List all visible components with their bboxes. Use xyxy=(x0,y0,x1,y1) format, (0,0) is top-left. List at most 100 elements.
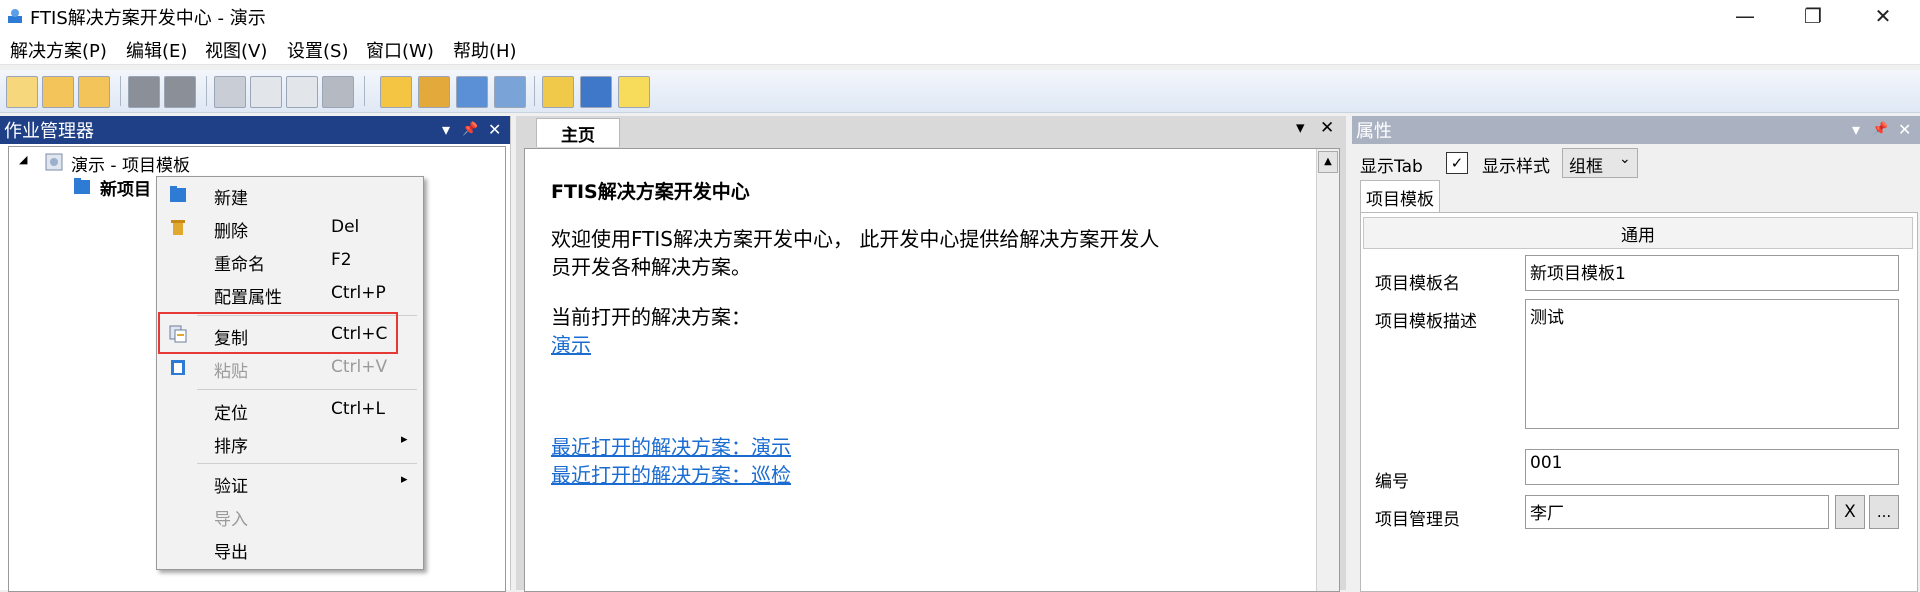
tree-child-label[interactable]: 新项目 xyxy=(100,175,151,200)
menu-item-label: 配置属性 xyxy=(214,288,282,308)
delete-icon[interactable] xyxy=(322,76,354,108)
recent-solution-link-1[interactable]: 最近打开的解决方案：演示 xyxy=(551,431,791,460)
menu-separator xyxy=(197,463,417,464)
restore-button[interactable]: ❐ xyxy=(1790,0,1836,32)
properties-title: 属性 xyxy=(1356,121,1392,142)
open-project-icon[interactable] xyxy=(78,76,110,108)
menu-item-label: 导入 xyxy=(214,510,248,530)
menu-edit[interactable]: 编辑(E) xyxy=(126,37,187,63)
tab-dropdown-icon[interactable]: ▾ xyxy=(1296,118,1305,138)
home-page: FTIS解决方案开发中心 欢迎使用FTIS解决方案开发中心， 此开发中心提供给解… xyxy=(524,148,1340,592)
trash-icon xyxy=(171,220,185,235)
menu-view[interactable]: 视图(V) xyxy=(205,37,267,63)
copy-icon[interactable] xyxy=(250,76,282,108)
menu-item-label: 验证 xyxy=(214,477,248,497)
show-tab-label: 显示Tab xyxy=(1360,157,1423,177)
menu-item-properties[interactable]: 配置属性 Ctrl+P xyxy=(157,278,423,310)
current-solution-link[interactable]: 演示 xyxy=(551,329,591,358)
menu-separator xyxy=(197,389,417,390)
menu-item-rename[interactable]: 重命名 F2 xyxy=(157,245,423,277)
pane-close-icon[interactable]: ✕ xyxy=(488,120,501,139)
open-folder-icon[interactable] xyxy=(42,76,74,108)
pane-dropdown-icon[interactable]: ▾ xyxy=(442,120,450,139)
save-icon[interactable] xyxy=(128,76,160,108)
pin-icon[interactable]: 📌 xyxy=(1872,122,1888,137)
submenu-arrow-icon: ▸ xyxy=(401,432,408,447)
title-bar: FTIS解决方案开发中心 - 演示 — ❐ ✕ xyxy=(0,0,1920,32)
menu-item-label: 定位 xyxy=(214,404,248,424)
cut-icon[interactable] xyxy=(214,76,246,108)
menu-item-validate[interactable]: 验证 ▸ xyxy=(157,467,423,499)
flag-icon[interactable] xyxy=(542,76,574,108)
tab-close-icon[interactable]: ✕ xyxy=(1320,118,1334,138)
context-menu: 新建 删除 Del 重命名 F2 配置属性 Ctrl+P 复制 Ctrl+C 粘… xyxy=(156,176,424,570)
menu-item-label: 粘贴 xyxy=(214,362,248,382)
pane-dropdown-icon[interactable]: ▾ xyxy=(1852,120,1860,139)
highlight-box xyxy=(158,312,398,354)
menu-item-sort[interactable]: 排序 ▸ xyxy=(157,427,423,459)
group-header[interactable]: 通用 xyxy=(1363,217,1913,249)
menu-item-delete[interactable]: 删除 Del xyxy=(157,212,423,244)
tab-project-template[interactable]: 项目模板 xyxy=(1360,180,1440,213)
notes-icon[interactable] xyxy=(618,76,650,108)
template-desc-textarea[interactable]: 测试 xyxy=(1525,299,1899,429)
menu-item-shortcut: Ctrl+V xyxy=(331,357,388,377)
submenu-arrow-icon: ▸ xyxy=(401,472,408,487)
save-all-icon[interactable] xyxy=(164,76,196,108)
project-folder-icon xyxy=(74,178,90,194)
page-heading: FTIS解决方案开发中心 xyxy=(551,181,750,203)
paste-icon[interactable] xyxy=(286,76,318,108)
style-select[interactable]: 组框 ⌄ xyxy=(1562,148,1638,178)
number-input[interactable]: 001 xyxy=(1525,449,1899,485)
menu-item-shortcut: F2 xyxy=(331,250,352,270)
field-label-template-desc: 项目模板描述 xyxy=(1375,312,1477,332)
properties-header: 属性 ▾ 📌 ✕ xyxy=(1352,116,1920,144)
menu-item-label: 新建 xyxy=(214,189,248,209)
browse-manager-button[interactable]: ... xyxy=(1869,495,1899,529)
menu-window[interactable]: 窗口(W) xyxy=(366,37,434,63)
grid-icon[interactable] xyxy=(580,76,612,108)
pin-icon[interactable]: 📌 xyxy=(462,122,478,137)
menu-item-paste[interactable]: 粘贴 Ctrl+V xyxy=(157,352,423,384)
menu-item-shortcut: Ctrl+P xyxy=(331,283,386,303)
recent-solution-link-2[interactable]: 最近打开的解决方案：巡检 xyxy=(551,459,791,488)
vertical-scrollbar[interactable]: ▲ xyxy=(1316,149,1339,591)
menu-item-new[interactable]: 新建 xyxy=(157,179,423,211)
tree-expand-icon[interactable]: ◢ xyxy=(19,153,27,166)
menu-item-label: 重命名 xyxy=(214,255,265,275)
build-icon[interactable] xyxy=(418,76,450,108)
sync-icon[interactable] xyxy=(456,76,488,108)
solution-icon xyxy=(45,153,63,171)
close-window-button[interactable]: ✕ xyxy=(1860,0,1906,32)
minimize-button[interactable]: — xyxy=(1722,0,1768,32)
current-solution-label: 当前打开的解决方案： xyxy=(551,305,751,329)
properties-panel: 属性 ▾ 📌 ✕ 显示Tab ✓ 显示样式 组框 ⌄ 项目模板 通用 项目模板名… xyxy=(1352,116,1920,592)
field-label-template-name: 项目模板名 xyxy=(1375,274,1460,294)
menu-solution[interactable]: 解决方案(P) xyxy=(10,37,107,63)
menu-item-export[interactable]: 导出 xyxy=(157,533,423,565)
menu-settings[interactable]: 设置(S) xyxy=(287,37,348,63)
tree-root-label[interactable]: 演示 - 项目模板 xyxy=(71,151,190,176)
style-select-value: 组框 xyxy=(1569,157,1603,177)
new-icon xyxy=(170,186,186,202)
show-style-label: 显示样式 xyxy=(1482,157,1550,177)
property-page: 通用 项目模板名 新项目模板1 项目模板描述 测试 编号 001 项目管理员 李… xyxy=(1360,212,1918,592)
tab-home[interactable]: 主页 xyxy=(536,118,620,147)
menu-help[interactable]: 帮助(H) xyxy=(453,37,517,63)
menu-item-label: 删除 xyxy=(214,222,248,242)
pane-close-icon[interactable]: ✕ xyxy=(1898,120,1911,139)
template-name-input[interactable]: 新项目模板1 xyxy=(1525,255,1899,291)
scroll-up-icon[interactable]: ▲ xyxy=(1318,151,1338,173)
menu-item-shortcut: Ctrl+L xyxy=(331,399,385,419)
manager-input[interactable]: 李厂 xyxy=(1525,495,1829,529)
clear-manager-button[interactable]: X xyxy=(1835,495,1865,529)
menu-item-shortcut: Del xyxy=(331,217,360,237)
menu-item-import[interactable]: 导入 xyxy=(157,500,423,532)
welcome-text-line1: 欢迎使用FTIS解决方案开发中心， 此开发中心提供给解决方案开发人 xyxy=(551,227,1160,251)
show-tab-checkbox[interactable]: ✓ xyxy=(1446,152,1468,174)
field-label-number: 编号 xyxy=(1375,472,1409,492)
edit-icon[interactable] xyxy=(380,76,412,108)
menu-item-locate[interactable]: 定位 Ctrl+L xyxy=(157,394,423,426)
new-solution-icon[interactable] xyxy=(6,76,38,108)
print-icon[interactable] xyxy=(494,76,526,108)
